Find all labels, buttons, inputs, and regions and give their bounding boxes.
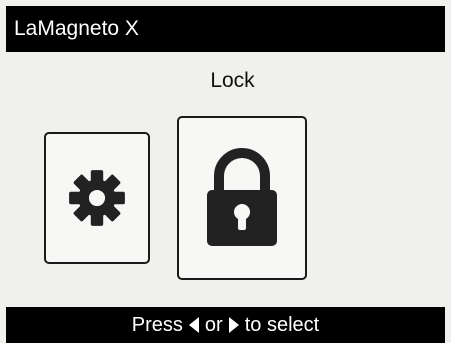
settings-tile[interactable]: [44, 132, 150, 264]
footer-hint-bar: Press or to select: [6, 307, 445, 343]
lock-icon: [207, 148, 277, 246]
selected-item-label: Lock: [210, 69, 255, 92]
device-screen: LaMagneto X Lock Press or to select: [0, 0, 451, 343]
arrow-right-icon: [228, 317, 239, 333]
menu-content: Lock: [6, 52, 445, 307]
footer-press-text: Press: [131, 313, 183, 336]
gear-icon: [69, 170, 125, 226]
footer-select-text: to select: [244, 313, 320, 336]
arrow-left-icon: [188, 317, 199, 333]
lock-tile[interactable]: [177, 116, 307, 280]
footer-or-text: or: [204, 313, 223, 336]
app-title: LaMagneto X: [14, 17, 139, 40]
title-bar: LaMagneto X: [6, 6, 445, 52]
